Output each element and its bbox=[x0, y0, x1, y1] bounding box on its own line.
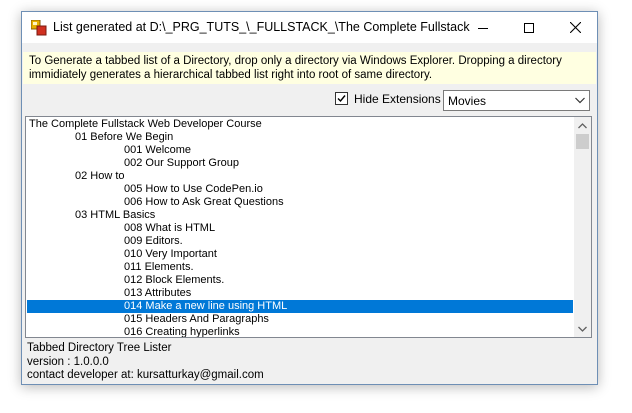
chevron-down-icon[interactable] bbox=[575, 97, 585, 104]
window-title: List generated at D:\_PRG_TUTS_\_FULLSTA… bbox=[53, 20, 473, 34]
app-window: List generated at D:\_PRG_TUTS_\_FULLSTA… bbox=[21, 11, 598, 385]
vertical-scrollbar[interactable] bbox=[574, 117, 591, 337]
tree-row[interactable]: 006 How to Ask Great Questions bbox=[27, 196, 573, 209]
filter-combobox[interactable]: Movies bbox=[443, 90, 590, 111]
maximize-icon bbox=[524, 22, 534, 33]
combobox-value: Movies bbox=[448, 94, 487, 108]
app-name-label: Tabbed Directory Tree Lister bbox=[27, 342, 172, 354]
hide-extensions-label[interactable]: Hide Extensions bbox=[354, 92, 441, 106]
chevron-down-icon bbox=[578, 326, 587, 332]
tree-row[interactable]: 02 How to bbox=[27, 170, 573, 183]
tree-row[interactable]: 001 Welcome bbox=[27, 144, 573, 157]
tree-row[interactable]: 03 HTML Basics bbox=[27, 209, 573, 222]
close-icon bbox=[569, 22, 581, 33]
tree-row[interactable]: 011 Elements. bbox=[27, 261, 573, 274]
tree-row[interactable]: The Complete Fullstack Web Developer Cou… bbox=[27, 118, 573, 131]
hide-extensions-checkbox[interactable] bbox=[335, 92, 348, 105]
contact-label: contact developer at: kursatturkay@gmail… bbox=[27, 369, 264, 381]
chevron-up-icon bbox=[578, 122, 587, 128]
tree-row[interactable]: 014 Make a new line using HTML bbox=[27, 300, 573, 313]
title-bar[interactable]: List generated at D:\_PRG_TUTS_\_FULLSTA… bbox=[22, 12, 597, 43]
minimize-icon bbox=[478, 27, 488, 29]
tree-row[interactable]: 015 Headers And Paragraphs bbox=[27, 313, 573, 326]
version-label: version : 1.0.0.0 bbox=[27, 355, 109, 368]
info-text: To Generate a tabbed list of a Directory… bbox=[29, 55, 562, 81]
tree-row[interactable]: 010 Very Important bbox=[27, 248, 573, 261]
scroll-down-button[interactable] bbox=[574, 320, 591, 337]
tree-listbox[interactable]: The Complete Fullstack Web Developer Cou… bbox=[25, 116, 592, 338]
tree-list: The Complete Fullstack Web Developer Cou… bbox=[27, 118, 573, 337]
tree-row[interactable]: 008 What is HTML bbox=[27, 222, 573, 235]
tree-row[interactable]: 005 How to Use CodePen.io bbox=[27, 183, 573, 196]
info-panel: To Generate a tabbed list of a Directory… bbox=[23, 52, 596, 84]
tree-row[interactable]: 013 Attributes bbox=[27, 287, 573, 300]
tree-row[interactable]: 012 Block Elements. bbox=[27, 274, 573, 287]
tree-row[interactable]: 002 Our Support Group bbox=[27, 157, 573, 170]
tree-row[interactable]: 01 Before We Begin bbox=[27, 131, 573, 144]
scroll-thumb[interactable] bbox=[576, 134, 589, 149]
scroll-up-button[interactable] bbox=[574, 117, 591, 134]
app-icon bbox=[30, 19, 47, 36]
tree-row[interactable]: 009 Editors. bbox=[27, 235, 573, 248]
tree-row[interactable]: 016 Creating hyperlinks bbox=[27, 326, 573, 337]
close-button[interactable] bbox=[552, 12, 598, 43]
footer-info: Tabbed Directory Tree Lister version : 1… bbox=[27, 342, 264, 383]
maximize-button[interactable] bbox=[506, 12, 552, 43]
checkmark-icon bbox=[337, 95, 346, 103]
minimize-button[interactable] bbox=[460, 12, 506, 43]
